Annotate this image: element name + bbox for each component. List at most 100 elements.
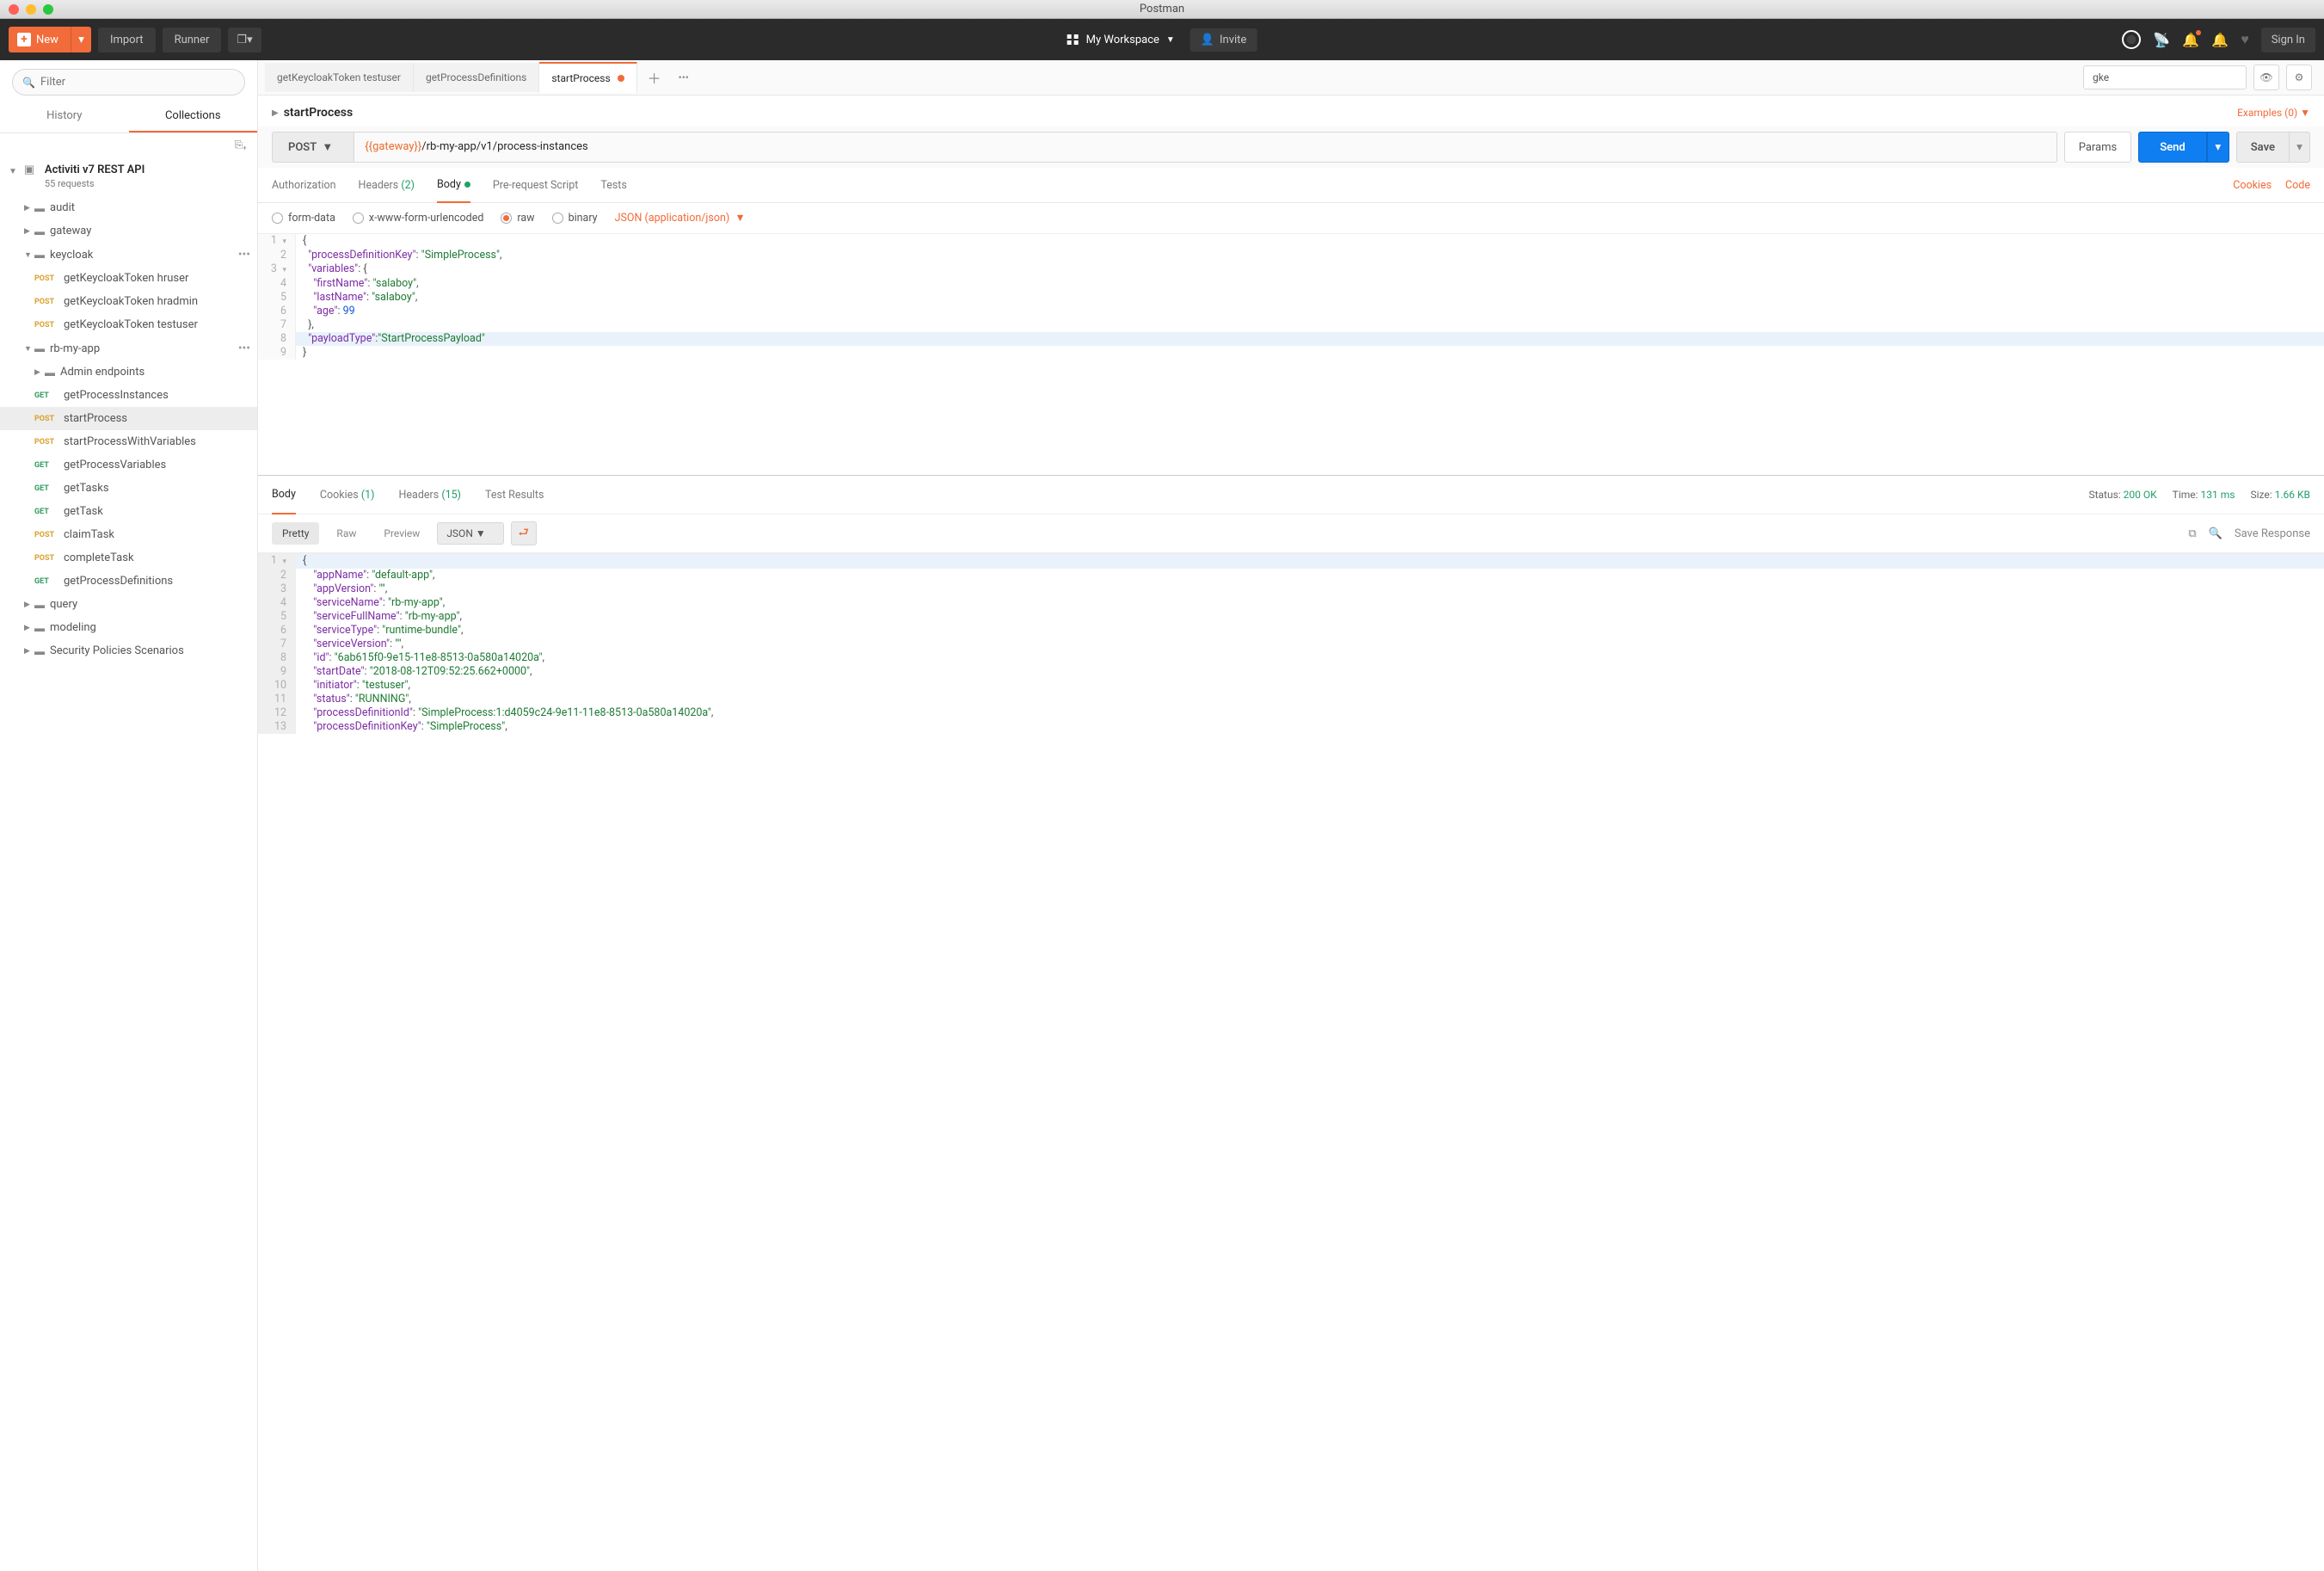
request-tab-2[interactable]: getProcessDefinitions — [414, 63, 539, 92]
collection-count: 55 requests — [45, 178, 144, 189]
req-getProcessDefinitions[interactable]: GETgetProcessDefinitions — [0, 570, 257, 593]
save-dropdown[interactable]: ▾ — [2290, 132, 2310, 163]
send-button[interactable]: Send — [2138, 132, 2207, 163]
response-body-editor[interactable]: 1 ▾{ 2 "appName": "default-app", 3 "appV… — [258, 553, 2324, 1571]
new-window-button[interactable]: ❐▾ — [228, 28, 261, 52]
view-pretty[interactable]: Pretty — [272, 522, 319, 545]
req-startProcess[interactable]: POSTstartProcess — [0, 407, 257, 430]
window-zoom-icon[interactable] — [43, 4, 53, 15]
folder-security[interactable]: ▶▬Security Policies Scenarios — [0, 639, 257, 662]
request-body-editor[interactable]: 1 ▾{ 2 "processDefinitionKey": "SimplePr… — [258, 234, 2324, 475]
req-getTask[interactable]: GETgetTask — [0, 500, 257, 523]
resp-tab-body[interactable]: Body — [272, 476, 296, 514]
req-getProcessInstances[interactable]: GETgetProcessInstances — [0, 384, 257, 407]
environment-select[interactable]: gke — [2083, 65, 2247, 89]
env-settings-icon[interactable]: ⚙ — [2286, 65, 2312, 90]
url-input[interactable]: {{gateway}}/rb-my-app/v1/process-instanc… — [354, 132, 2057, 163]
code-link[interactable]: Code — [2285, 179, 2310, 192]
radio-urlencoded[interactable]: x-www-form-urlencoded — [353, 212, 484, 225]
req-completeTask[interactable]: POSTcompleteTask — [0, 546, 257, 570]
folder-icon: ▬ — [34, 342, 50, 354]
tab-collections[interactable]: Collections — [129, 101, 258, 132]
subtab-authorization[interactable]: Authorization — [272, 169, 336, 202]
folder-keycloak[interactable]: ▼▬keycloak••• — [0, 243, 257, 267]
import-button[interactable]: Import — [98, 28, 156, 52]
window-minimize-icon[interactable] — [26, 4, 36, 15]
tab-more-icon[interactable]: ••• — [672, 65, 696, 90]
subtab-body[interactable]: Body — [437, 168, 470, 203]
request-caret-icon[interactable]: ▶ — [272, 108, 279, 118]
tab-history[interactable]: History — [0, 101, 129, 132]
folder-icon: ▣ — [24, 163, 38, 176]
req-getTasks[interactable]: GETgetTasks — [0, 477, 257, 500]
collection-caret-icon[interactable]: ▼ — [9, 163, 17, 176]
top-toolbar: +New ▾ Import Runner ❐▾ My Workspace▼ 👤I… — [0, 19, 2324, 60]
request-tab-1[interactable]: getKeycloakToken testuser — [265, 63, 414, 92]
subtab-headers[interactable]: Headers (2) — [359, 169, 415, 202]
format-select[interactable]: JSON ▼ — [437, 522, 503, 545]
more-icon[interactable]: ••• — [238, 342, 250, 355]
add-tab-button[interactable]: ＋ — [637, 60, 672, 95]
examples-button[interactable]: Examples (0) ▼ — [2237, 107, 2310, 119]
radio-form-data[interactable]: form-data — [272, 212, 335, 225]
folder-modeling[interactable]: ▶▬modeling — [0, 616, 257, 639]
content: getKeycloakToken testuser getProcessDefi… — [258, 60, 2324, 1571]
req-claimTask[interactable]: POSTclaimTask — [0, 523, 257, 546]
window-close-icon[interactable] — [9, 4, 19, 15]
filter-input[interactable] — [12, 69, 245, 95]
folder-icon: ▬ — [34, 622, 50, 634]
folder-icon: ▬ — [34, 249, 50, 261]
search-response-icon[interactable]: 🔍 — [2209, 527, 2223, 540]
signin-button[interactable]: Sign In — [2261, 28, 2315, 52]
resp-tab-headers[interactable]: Headers (15) — [399, 477, 462, 514]
params-button[interactable]: Params — [2064, 132, 2132, 163]
runner-button[interactable]: Runner — [163, 28, 222, 52]
new-collection-icon[interactable]: ⎘₊ — [235, 139, 247, 151]
sync-icon[interactable] — [2122, 30, 2141, 49]
folder-icon: ▬ — [34, 225, 50, 237]
new-dropdown[interactable]: ▾ — [71, 27, 91, 52]
send-dropdown[interactable]: ▾ — [2207, 132, 2229, 163]
response-status: Status: 200 OK Time: 131 ms Size: 1.66 K… — [2088, 489, 2310, 501]
new-button[interactable]: +New — [9, 27, 71, 52]
heart-icon[interactable]: ♥ — [2241, 31, 2249, 48]
view-raw[interactable]: Raw — [326, 522, 366, 545]
folder-query[interactable]: ▶▬query — [0, 593, 257, 616]
view-preview[interactable]: Preview — [373, 522, 430, 545]
satellite-icon[interactable]: 📡 — [2153, 32, 2170, 48]
wrap-lines-icon[interactable]: ⮐ — [511, 521, 537, 545]
subtab-prerequest[interactable]: Pre-request Script — [493, 169, 578, 202]
request-tab-3[interactable]: startProcess — [539, 62, 636, 93]
env-preview-icon[interactable]: 👁 — [2253, 65, 2279, 90]
radio-binary[interactable]: binary — [552, 212, 598, 225]
req-kc-testuser[interactable]: POSTgetKeycloakToken testuser — [0, 313, 257, 336]
save-button[interactable]: Save — [2236, 132, 2290, 163]
workspace-selector[interactable]: My Workspace▼ — [1067, 34, 1175, 46]
req-kc-hruser[interactable]: POSTgetKeycloakToken hruser — [0, 267, 257, 290]
folder-audit[interactable]: ▶▬audit — [0, 196, 257, 219]
folder-gateway[interactable]: ▶▬gateway — [0, 219, 257, 243]
method-select[interactable]: POST ▼ — [272, 132, 354, 163]
folder-icon: ▬ — [34, 645, 50, 657]
bell-icon[interactable]: 🔔 — [2211, 32, 2229, 48]
notifications-icon[interactable]: 🔔 — [2182, 32, 2199, 48]
folder-rbmyapp[interactable]: ▼▬rb-my-app••• — [0, 336, 257, 360]
subtab-tests[interactable]: Tests — [600, 169, 626, 202]
req-startProcessWithVariables[interactable]: POSTstartProcessWithVariables — [0, 430, 257, 453]
radio-raw[interactable]: raw — [501, 212, 534, 225]
cookies-link[interactable]: Cookies — [2233, 179, 2272, 192]
save-response-button[interactable]: Save Response — [2235, 527, 2310, 540]
more-icon[interactable]: ••• — [238, 248, 250, 262]
unsaved-dot-icon — [618, 75, 624, 82]
req-getProcessVariables[interactable]: GETgetProcessVariables — [0, 453, 257, 477]
req-kc-hradmin[interactable]: POSTgetKeycloakToken hradmin — [0, 290, 257, 313]
folder-admin[interactable]: ▶▬Admin endpoints — [0, 360, 257, 384]
invite-button[interactable]: 👤Invite — [1190, 28, 1257, 52]
collection-name[interactable]: Activiti v7 REST API — [45, 163, 144, 176]
content-type-select[interactable]: JSON (application/json) ▼ — [615, 212, 746, 225]
body-active-dot-icon — [464, 182, 470, 188]
copy-icon[interactable]: ⧉ — [2188, 527, 2196, 540]
person-icon: 👤 — [1201, 34, 1214, 46]
resp-tab-tests[interactable]: Test Results — [485, 477, 544, 514]
resp-tab-cookies[interactable]: Cookies (1) — [320, 477, 375, 514]
